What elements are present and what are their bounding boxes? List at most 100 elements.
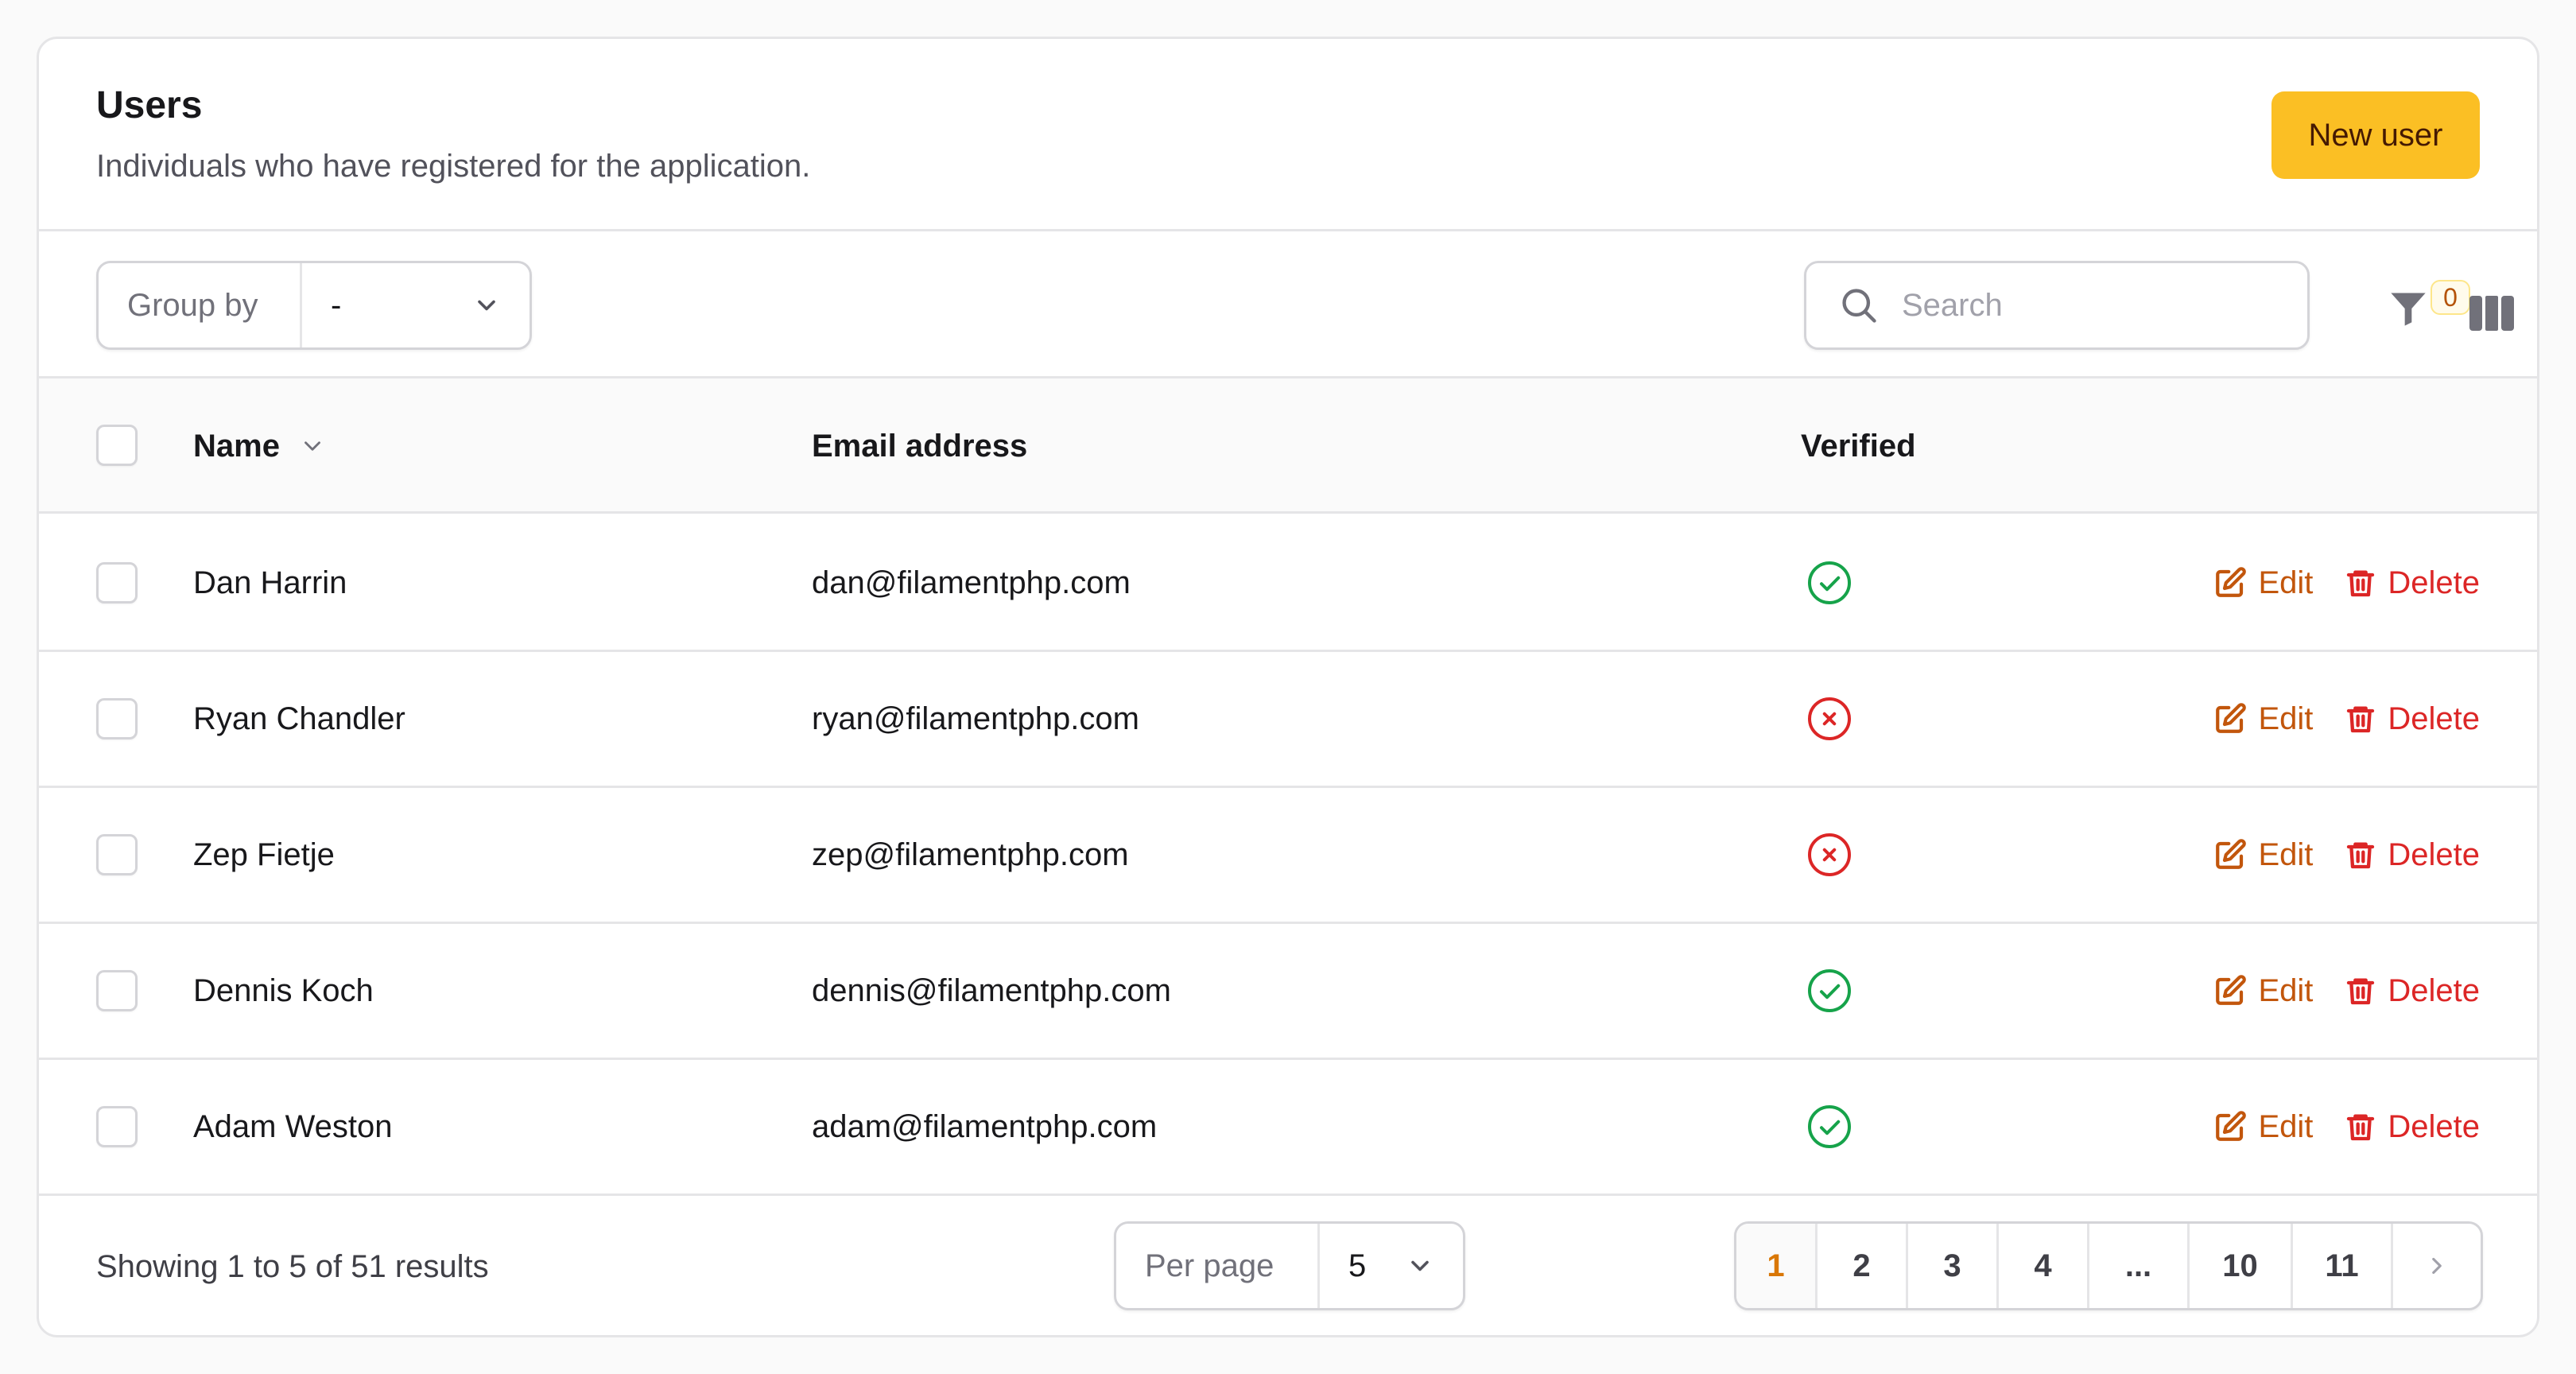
group-by-select[interactable]: Group by - (96, 261, 532, 350)
toggle-columns-button[interactable] (2469, 294, 2515, 332)
delete-button[interactable]: Delete (2345, 701, 2480, 737)
table-footer: Showing 1 to 5 of 51 results Per page 5 … (39, 1194, 2537, 1335)
row-checkbox[interactable] (96, 698, 138, 739)
results-summary: Showing 1 to 5 of 51 results (96, 1248, 489, 1284)
check-circle-icon (1808, 1105, 1851, 1148)
cell-name: Dan Harrin (193, 565, 347, 600)
group-by-label: Group by (99, 263, 302, 347)
trash-icon (2347, 1114, 2375, 1141)
edit-icon (2216, 1111, 2247, 1141)
edit-button[interactable]: Edit (2213, 973, 2313, 1009)
per-page-select[interactable]: Per page 5 (1114, 1221, 1465, 1310)
table-header: Users Individuals who have registered fo… (39, 39, 2537, 231)
cell-verified (1806, 788, 1853, 922)
delete-label: Delete (2388, 1108, 2480, 1144)
edit-button[interactable]: Edit (2213, 701, 2313, 737)
row-actions: Edit Delete (2213, 1060, 2480, 1194)
edit-label: Edit (2258, 972, 2314, 1008)
page-button-11[interactable]: 11 (2293, 1224, 2393, 1308)
trash-icon (2347, 842, 2375, 869)
columns-icon (2469, 296, 2514, 331)
filter-count-badge: 0 (2431, 280, 2470, 315)
delete-button[interactable]: Delete (2345, 973, 2480, 1009)
page-button-1[interactable]: 1 (1736, 1224, 1818, 1308)
cell-name: Zep Fietje (193, 836, 335, 872)
cell-email: adam@filamentphp.com (812, 1108, 1158, 1144)
search-input[interactable] (1902, 287, 2283, 324)
per-page-value: 5 (1348, 1248, 1367, 1283)
edit-button[interactable]: Edit (2213, 565, 2313, 601)
table-row[interactable]: Zep Fietje zep@filamentphp.com Edit Delete (39, 788, 2537, 924)
edit-icon (2216, 703, 2247, 733)
page-button-2[interactable]: 2 (1818, 1224, 1908, 1308)
cell-email: ryan@filamentphp.com (812, 701, 1139, 736)
chevron-down-icon (1411, 1260, 1429, 1271)
edit-icon (2216, 839, 2247, 869)
column-header-name-label: Name (193, 428, 280, 464)
column-header-email: Email address (812, 428, 1028, 464)
edit-button[interactable]: Edit (2213, 837, 2313, 873)
page-button-3[interactable]: 3 (1908, 1224, 1999, 1308)
users-table-card: Users Individuals who have registered fo… (37, 37, 2539, 1337)
per-page-label: Per page (1116, 1224, 1320, 1308)
edit-label: Edit (2258, 565, 2314, 600)
pagination: 1 2 3 4... 10 11 (1734, 1221, 2483, 1310)
select-all-checkbox[interactable] (96, 425, 138, 466)
page-button-10[interactable]: 10 (2190, 1224, 2293, 1308)
group-by-value-container[interactable]: - (302, 263, 530, 347)
page-button-4[interactable]: 4 (1999, 1224, 2089, 1308)
page-subtitle: Individuals who have registered for the … (96, 149, 811, 184)
chevron-down-icon (478, 300, 495, 311)
column-header-name[interactable]: Name (193, 378, 326, 514)
check-circle-icon (1808, 561, 1851, 604)
row-actions: Edit Delete (2213, 788, 2480, 922)
row-checkbox[interactable] (96, 562, 138, 604)
table-row[interactable]: Dennis Koch dennis@filamentphp.com Edit Del… (39, 924, 2537, 1060)
row-checkbox[interactable] (96, 970, 138, 1011)
delete-button[interactable]: Delete (2345, 1109, 2480, 1145)
search-icon (1842, 289, 1876, 323)
new-user-button[interactable]: New user (2271, 91, 2480, 179)
search-field[interactable] (1804, 261, 2310, 350)
cell-email: dan@filamentphp.com (812, 565, 1131, 600)
delete-label: Delete (2388, 701, 2480, 736)
edit-label: Edit (2258, 701, 2314, 736)
table-row[interactable]: Ryan Chandler ryan@filamentphp.com Edit Del… (39, 652, 2537, 788)
filter-icon (2391, 293, 2426, 326)
delete-button[interactable]: Delete (2345, 837, 2480, 873)
row-actions: Edit Delete (2213, 516, 2480, 650)
table-row[interactable]: Adam Weston adam@filamentphp.com Edit Delet… (39, 1060, 2537, 1196)
cell-verified (1806, 924, 1853, 1058)
x-circle-icon (1808, 833, 1851, 876)
cell-verified (1806, 652, 1853, 786)
table-toolbar: Group by - 0 (39, 234, 2537, 378)
table-row[interactable]: Dan Harrin dan@filamentphp.com Edit Delete (39, 516, 2537, 652)
cell-name: Adam Weston (193, 1108, 393, 1144)
edit-label: Edit (2258, 1108, 2314, 1144)
row-actions: Edit Delete (2213, 652, 2480, 786)
edit-icon (2216, 567, 2247, 597)
filter-button[interactable] (2386, 285, 2431, 332)
delete-label: Delete (2388, 972, 2480, 1008)
cell-email: zep@filamentphp.com (812, 836, 1129, 872)
check-circle-icon (1808, 969, 1851, 1012)
edit-label: Edit (2258, 836, 2314, 872)
trash-icon (2347, 570, 2375, 597)
cell-name: Dennis Koch (193, 972, 374, 1008)
page-title: Users (96, 84, 203, 126)
row-checkbox[interactable] (96, 834, 138, 875)
row-actions: Edit Delete (2213, 924, 2480, 1058)
chevron-right-icon (2432, 1257, 2442, 1275)
cell-verified (1806, 516, 1853, 650)
per-page-value-container[interactable]: 5 (1320, 1224, 1463, 1308)
x-circle-icon (1808, 697, 1851, 740)
edit-icon (2216, 975, 2247, 1005)
delete-button[interactable]: Delete (2345, 565, 2480, 601)
delete-label: Delete (2388, 565, 2480, 600)
edit-button[interactable]: Edit (2213, 1109, 2313, 1145)
column-header-verified: Verified (1801, 428, 1916, 464)
row-checkbox[interactable] (96, 1106, 138, 1147)
sort-chevron-icon (305, 441, 320, 451)
next-page-button[interactable] (2393, 1224, 2481, 1308)
cell-verified (1806, 1060, 1853, 1194)
